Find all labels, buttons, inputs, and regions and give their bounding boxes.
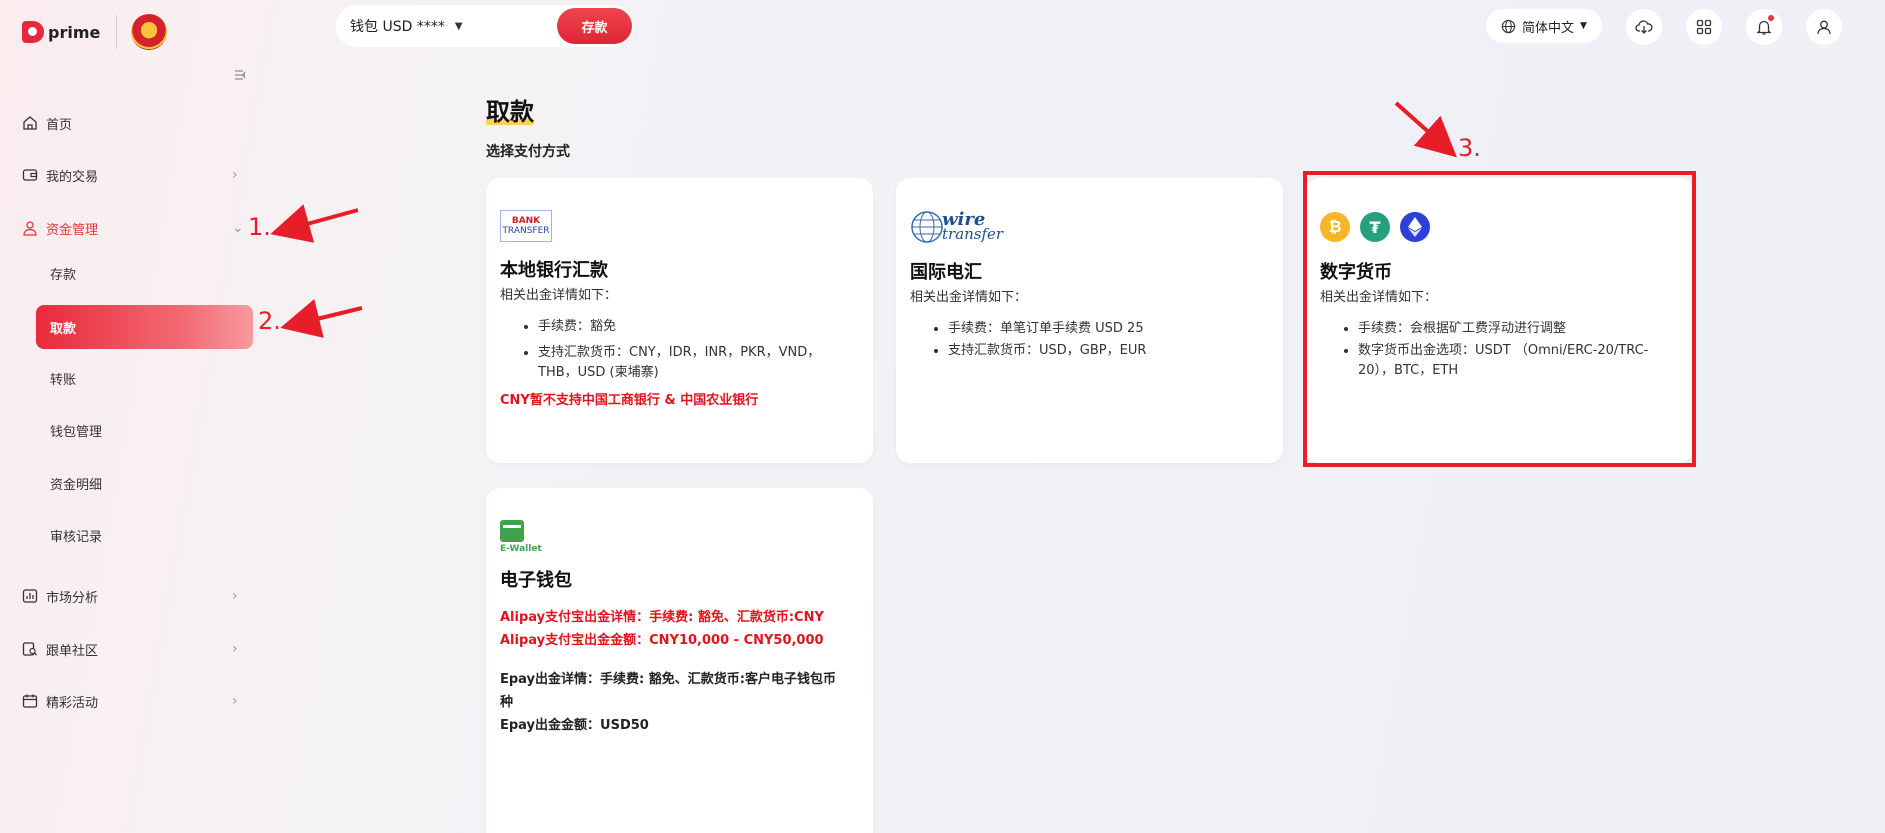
annotation-arrow-2 bbox=[280, 299, 363, 338]
annotation-arrows bbox=[270, 101, 1457, 338]
annotation-label-1: 1. bbox=[248, 213, 271, 241]
annotation-label-2: 2. bbox=[258, 307, 281, 335]
annotation-arrow-1 bbox=[270, 204, 359, 243]
annotation-arrow-3 bbox=[1394, 101, 1457, 158]
annotation-label-3: 3. bbox=[1458, 134, 1481, 162]
page-title: 取款 bbox=[486, 92, 534, 127]
